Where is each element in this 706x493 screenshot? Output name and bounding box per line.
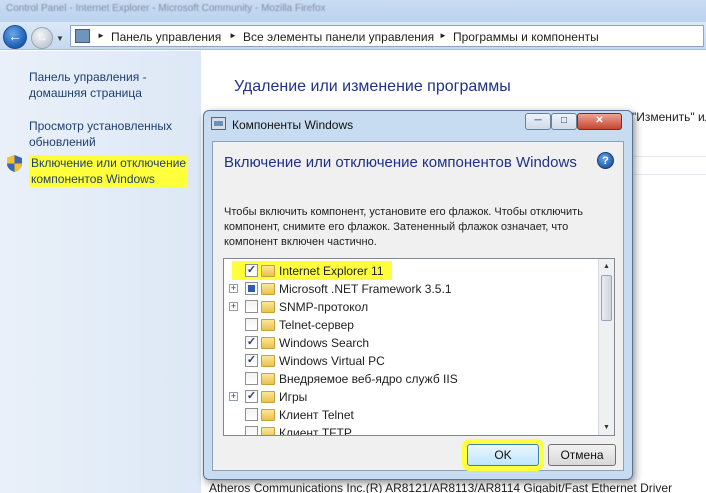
window-title: Control Panel - Internet Explorer - Micr… xyxy=(6,3,326,14)
feature-item[interactable]: + SNMP-протокол xyxy=(224,298,599,316)
feature-item[interactable]: ✓ Windows Virtual PC xyxy=(224,352,599,370)
breadcrumb-separator-icon[interactable]: ► xyxy=(97,31,105,40)
maximize-button[interactable]: □ xyxy=(551,113,577,130)
scroll-up-icon[interactable]: ▲ xyxy=(599,259,614,274)
window-titlebar: Control Panel - Internet Explorer - Micr… xyxy=(0,0,706,22)
back-arrow-icon: ← xyxy=(8,28,22,44)
control-panel-home-link[interactable]: Панель управления - домашняя страница xyxy=(29,69,147,101)
feature-label: Клиент TFTP xyxy=(279,426,352,436)
folder-icon xyxy=(261,283,275,295)
feature-checkbox[interactable]: ✓ xyxy=(245,264,258,277)
feature-label: Игры xyxy=(279,390,308,404)
folder-icon xyxy=(261,391,275,403)
folder-icon xyxy=(261,337,275,349)
tasks-pane: Панель управления - домашняя страница Пр… xyxy=(0,51,201,493)
dialog-description: Чтобы включить компонент, установите его… xyxy=(224,206,583,248)
scroll-down-icon[interactable]: ▼ xyxy=(599,420,614,435)
folder-icon xyxy=(261,301,275,313)
divider xyxy=(626,156,706,157)
back-button[interactable]: ← xyxy=(3,25,27,49)
minimize-button[interactable]: ─ xyxy=(525,113,551,130)
feature-label: Windows Search xyxy=(279,336,370,350)
folder-icon xyxy=(261,409,275,421)
uac-shield-icon xyxy=(7,155,22,172)
help-icon[interactable]: ? xyxy=(597,152,614,169)
features-tree[interactable]: ✓ Internet Explorer 11 + Microsoft .NET Fra… xyxy=(223,258,615,436)
folder-icon xyxy=(261,355,275,367)
forward-arrow-icon: → xyxy=(36,30,48,44)
cancel-button[interactable]: Отмена xyxy=(548,444,616,466)
feature-item[interactable]: Клиент TFTP xyxy=(224,424,599,436)
feature-checkbox[interactable] xyxy=(245,426,258,435)
navigation-bar: ← → ▼ ► Панель управления ► Все элементы… xyxy=(0,22,706,50)
feature-item[interactable]: ✓ Windows Search xyxy=(224,334,599,352)
feature-checkbox[interactable] xyxy=(245,372,258,385)
control-panel-icon xyxy=(75,29,90,43)
feature-item[interactable]: ✓ Internet Explorer 11 xyxy=(224,261,599,280)
feature-item[interactable]: + ✓ Игры xyxy=(224,388,599,406)
expand-icon[interactable]: + xyxy=(229,284,238,293)
feature-checkbox[interactable] xyxy=(245,408,258,421)
feature-label: Internet Explorer 11 xyxy=(279,264,384,278)
minimize-icon: ─ xyxy=(534,115,542,126)
close-icon: ✕ xyxy=(595,115,604,126)
view-updates-link[interactable]: Просмотр установленных обновлений xyxy=(29,118,172,150)
breadcrumb-all-items[interactable]: Все элементы панели управления xyxy=(243,30,434,44)
feature-checkbox[interactable] xyxy=(245,282,258,295)
close-button[interactable]: ✕ xyxy=(577,113,622,130)
expand-icon[interactable]: + xyxy=(229,392,238,401)
folder-icon xyxy=(261,427,275,435)
feature-item[interactable]: Внедряемое веб-ядро служб IIS xyxy=(224,370,599,388)
vertical-scrollbar[interactable]: ▲ ▼ xyxy=(598,259,614,435)
breadcrumb-programs[interactable]: Программы и компоненты xyxy=(453,30,599,44)
maximize-icon: □ xyxy=(560,115,568,126)
breadcrumb-separator-icon[interactable]: ► xyxy=(439,31,447,40)
feature-checkbox[interactable]: ✓ xyxy=(245,354,258,367)
turn-windows-features-link[interactable]: Включение или отключение компонентов Win… xyxy=(29,155,189,187)
dialog-title: Компоненты Windows xyxy=(232,118,354,132)
windows-features-icon xyxy=(211,117,226,130)
feature-checkbox[interactable]: ✓ xyxy=(245,336,258,349)
expand-icon[interactable]: + xyxy=(229,302,238,311)
address-bar[interactable]: ► Панель управления ► Все элементы панел… xyxy=(70,25,704,47)
dialog-heading: Включение или отключение компонентов Win… xyxy=(224,154,577,171)
feature-checkbox[interactable]: ✓ xyxy=(245,390,258,403)
feature-item[interactable]: Клиент Telnet xyxy=(224,406,599,424)
feature-checkbox[interactable] xyxy=(245,300,258,313)
feature-label: Microsoft .NET Framework 3.5.1 xyxy=(279,282,452,296)
feature-label: Windows Virtual PC xyxy=(279,354,385,368)
feature-item[interactable]: + Microsoft .NET Framework 3.5.1 xyxy=(224,280,599,298)
feature-label: SNMP-протокол xyxy=(279,300,369,314)
recent-pages-dropdown-icon[interactable]: ▼ xyxy=(56,34,64,43)
forward-button[interactable]: → xyxy=(31,27,53,49)
breadcrumb-separator-icon[interactable]: ► xyxy=(229,31,237,40)
divider xyxy=(626,174,706,175)
ok-button[interactable]: OK xyxy=(467,444,539,466)
program-row[interactable]: Atheros Communications Inc.(R) AR8121/AR… xyxy=(209,481,672,493)
feature-item[interactable]: Telnet-сервер xyxy=(224,316,599,334)
folder-icon xyxy=(261,265,275,277)
feature-checkbox[interactable] xyxy=(245,318,258,331)
folder-icon xyxy=(261,319,275,331)
feature-label: Внедряемое веб-ядро служб IIS xyxy=(279,372,458,386)
content-instruction-fragment: "Изменить" ил xyxy=(632,110,706,124)
folder-icon xyxy=(261,373,275,385)
feature-label: Telnet-сервер xyxy=(279,318,354,332)
breadcrumb-control-panel[interactable]: Панель управления xyxy=(111,30,221,44)
scroll-thumb[interactable] xyxy=(601,275,612,321)
page-title: Удаление или изменение программы xyxy=(234,78,511,95)
dialog-body: Включение или отключение компонентов Win… xyxy=(212,141,624,471)
windows-features-dialog: Компоненты Windows ─ □ ✕ Включение или о… xyxy=(203,110,633,480)
feature-label: Клиент Telnet xyxy=(279,408,354,422)
